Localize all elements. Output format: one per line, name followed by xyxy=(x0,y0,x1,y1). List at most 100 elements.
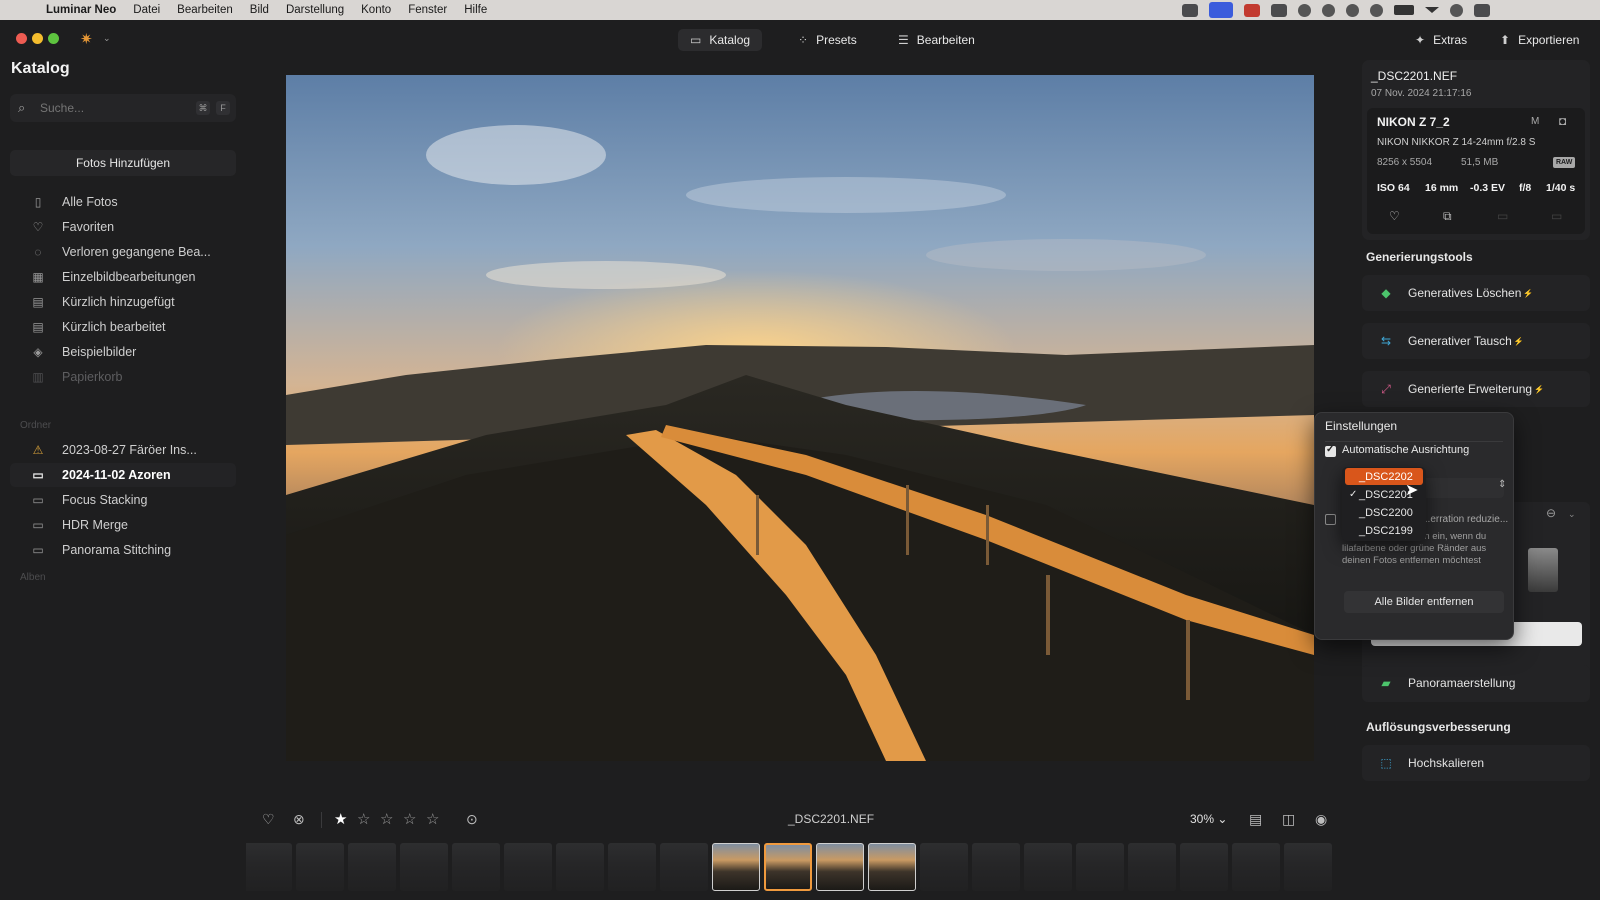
menu-hilfe[interactable]: Hilfe xyxy=(464,4,487,16)
zoom-level-dropdown[interactable]: 30% ⌄ xyxy=(1190,812,1227,826)
filmstrip-thumbnail[interactable] xyxy=(348,843,396,891)
chevron-down-icon[interactable]: ⌄ xyxy=(1568,509,1576,520)
chevron-down-icon[interactable]: ⌄ xyxy=(103,33,111,44)
filmstrip-thumbnail[interactable] xyxy=(400,843,448,891)
tray-app-icon[interactable] xyxy=(1182,3,1198,17)
star-5-icon[interactable]: ☆ xyxy=(426,810,439,828)
filmstrip-thumbnail[interactable] xyxy=(920,843,968,891)
folder-item-hdr-merge[interactable]: ▭ HDR Merge xyxy=(10,513,236,537)
add-photos-button[interactable]: Fotos Hinzufügen xyxy=(10,150,236,176)
sidebar-item-favoriten[interactable]: ♡ Favoriten xyxy=(10,215,236,239)
tray-play-icon[interactable] xyxy=(1346,3,1359,17)
more-options-icon[interactable]: ⊙ xyxy=(466,811,478,828)
filmstrip-thumbnail[interactable] xyxy=(296,843,344,891)
favorite-heart-icon[interactable]: ♡ xyxy=(1389,209,1400,223)
filmstrip-thumbnail[interactable] xyxy=(1024,843,1072,891)
sidebar-item-kuerzlich-hinzugefuegt[interactable]: ▤ Kürzlich hinzugefügt xyxy=(10,290,236,314)
auto-align-checkbox[interactable] xyxy=(1325,444,1336,457)
bluetooth-icon[interactable] xyxy=(1370,3,1383,17)
tool-panoramaerstellung[interactable]: ▰ Panoramaerstellung xyxy=(1362,665,1590,701)
tray-display-icon[interactable] xyxy=(1271,3,1287,17)
close-window-button[interactable] xyxy=(16,33,27,44)
star-3-icon[interactable]: ☆ xyxy=(380,810,393,828)
control-center-icon[interactable] xyxy=(1474,3,1490,17)
filmstrip-thumbnail[interactable] xyxy=(972,843,1020,891)
remove-all-images-button[interactable]: Alle Bilder entfernen xyxy=(1344,591,1504,613)
filmstrip-thumbnail[interactable] xyxy=(712,843,760,891)
stack-image-thumbnail[interactable] xyxy=(1528,548,1558,592)
export-button[interactable]: ⬆ Exportieren xyxy=(1488,29,1591,51)
tray-record-icon[interactable] xyxy=(1244,3,1260,17)
star-4-icon[interactable]: ☆ xyxy=(403,810,416,828)
star-2-icon[interactable]: ☆ xyxy=(357,810,370,828)
filmstrip-thumbnail[interactable] xyxy=(764,843,812,891)
main-photo-canvas[interactable] xyxy=(286,75,1314,761)
eye-icon[interactable]: ◉ xyxy=(1315,811,1327,828)
filmstrip-thumbnail[interactable] xyxy=(868,843,916,891)
sidebar-item-papierkorb[interactable]: ▥ Papierkorb xyxy=(10,365,236,389)
menu-app-name[interactable]: Luminar Neo xyxy=(46,4,116,16)
reference-image-select[interactable] xyxy=(1422,478,1504,498)
minimize-window-button[interactable] xyxy=(32,33,43,44)
star-1-icon[interactable]: ★ xyxy=(334,810,347,828)
menu-bearbeiten[interactable]: Bearbeiten xyxy=(177,4,233,16)
search-input[interactable] xyxy=(40,101,196,115)
dropdown-option[interactable]: _DSC2200 xyxy=(1345,504,1423,521)
filmstrip-thumbnail[interactable] xyxy=(1232,843,1280,891)
tray-cc-icon[interactable] xyxy=(1322,3,1335,17)
filmstrip-thumbnail[interactable] xyxy=(504,843,552,891)
zoom-window-button[interactable] xyxy=(48,33,59,44)
more-options-icon[interactable]: ⊖ xyxy=(1546,506,1556,520)
tool-generatives-loeschen[interactable]: ◆ Generatives Löschen ⚡ xyxy=(1362,275,1590,311)
folder-item-azoren[interactable]: ▭ 2024-11-02 Azoren xyxy=(10,463,236,487)
filmstrip-toggle-icon[interactable]: ▤ xyxy=(1249,811,1262,828)
filmstrip-thumbnail[interactable] xyxy=(246,843,292,891)
menu-datei[interactable]: Datei xyxy=(133,4,160,16)
tab-bearbeiten[interactable]: ☰ Bearbeiten xyxy=(886,29,987,51)
search-field[interactable]: ⌕ ⌘ F xyxy=(10,94,236,122)
tool-generativer-tausch[interactable]: ⇆ Generativer Tausch ⚡ xyxy=(1362,323,1590,359)
filmstrip-thumbnail[interactable] xyxy=(1284,843,1332,891)
tool-generierte-erweiterung[interactable]: ⤢ Generierte Erweiterung ⚡ xyxy=(1362,371,1590,407)
compare-icon[interactable]: ◫ xyxy=(1282,811,1295,828)
menu-darstellung[interactable]: Darstellung xyxy=(286,4,344,16)
sidebar-item-verloren[interactable]: ◌ Verloren gegangene Bea... xyxy=(10,240,236,264)
filmstrip-thumbnail[interactable] xyxy=(660,843,708,891)
apple-icon[interactable] xyxy=(16,3,30,17)
sidebar-item-kuerzlich-bearbeitet[interactable]: ▤ Kürzlich bearbeitet xyxy=(10,315,236,339)
luminar-logo-icon[interactable]: ✷ xyxy=(80,30,93,48)
sidebar-item-einzelbild[interactable]: ▦ Einzelbildbearbeitungen xyxy=(10,265,236,289)
export-label: Exportieren xyxy=(1518,33,1580,47)
camera-info: NIKON Z 7_2 M ◘ NIKON NIKKOR Z 14-24mm f… xyxy=(1367,108,1585,234)
filmstrip-thumbnail[interactable] xyxy=(608,843,656,891)
tool-hochskalieren[interactable]: ⬚ Hochskalieren xyxy=(1362,745,1590,781)
menu-bild[interactable]: Bild xyxy=(250,4,269,16)
folder-item-panorama-stitching[interactable]: ▭ Panorama Stitching xyxy=(10,538,236,562)
battery-icon[interactable] xyxy=(1394,5,1414,15)
wifi-icon[interactable] xyxy=(1425,7,1439,13)
menu-fenster[interactable]: Fenster xyxy=(408,4,447,16)
folder-item-faeroeer[interactable]: ⚠ 2023-08-27 Färöer Ins... xyxy=(10,438,236,462)
filmstrip-thumbnail[interactable] xyxy=(1076,843,1124,891)
menu-konto[interactable]: Konto xyxy=(361,4,391,16)
sidebar-item-beispielbilder[interactable]: ◈ Beispielbilder xyxy=(10,340,236,364)
tray-screen-icon[interactable] xyxy=(1209,2,1233,18)
tray-globe-icon[interactable] xyxy=(1298,3,1311,17)
folder-item-focus-stacking[interactable]: ▭ Focus Stacking xyxy=(10,488,236,512)
dropdown-option[interactable]: _DSC2199 xyxy=(1345,522,1423,539)
copy-icon[interactable]: ⧉ xyxy=(1443,209,1452,224)
tab-presets[interactable]: ⁘ Presets xyxy=(786,29,869,51)
filmstrip-thumbnail[interactable] xyxy=(816,843,864,891)
tab-katalog[interactable]: ▭ Katalog xyxy=(678,29,763,51)
extras-button[interactable]: ✦ Extras xyxy=(1403,29,1479,51)
filmstrip-thumbnail[interactable] xyxy=(452,843,500,891)
favorite-heart-icon[interactable]: ♡ xyxy=(262,811,275,828)
filmstrip-thumbnail[interactable] xyxy=(1128,843,1176,891)
sidebar-item-alle-fotos[interactable]: ▯ Alle Fotos xyxy=(10,190,236,214)
reject-icon[interactable]: ⊗ xyxy=(293,811,305,828)
filmstrip-thumbnail[interactable] xyxy=(1180,843,1228,891)
checkmark-icon: ✓ xyxy=(1349,489,1358,500)
chromatic-aberration-checkbox[interactable] xyxy=(1325,514,1336,525)
filmstrip-thumbnail[interactable] xyxy=(556,843,604,891)
spotlight-icon[interactable] xyxy=(1450,3,1463,17)
